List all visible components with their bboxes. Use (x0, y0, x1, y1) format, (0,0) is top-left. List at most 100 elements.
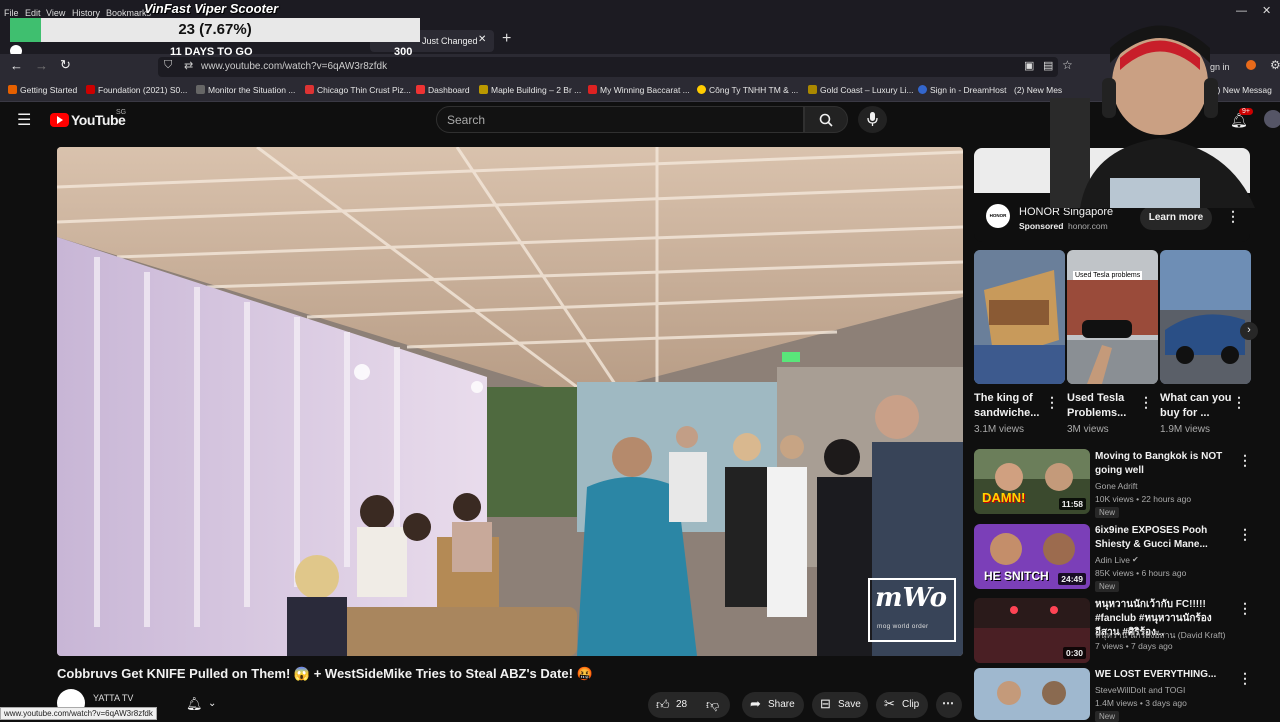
shield-icon[interactable]: ⛉ (164, 59, 172, 72)
rec-video-title[interactable]: WE LOST EVERYTHING... (1095, 668, 1235, 682)
menu-file[interactable]: File (4, 8, 19, 18)
voice-search-button[interactable] (858, 106, 887, 133)
video-frame (57, 147, 963, 656)
more-vertical-icon[interactable]: ⋮ (1238, 526, 1252, 543)
menu-view[interactable]: View (46, 8, 65, 18)
tab-close-icon[interactable]: ✕ (478, 34, 486, 45)
verified-check-icon: ✔ (1132, 555, 1139, 564)
bookmark-item[interactable]: Sign in - DreamHost (918, 85, 1007, 95)
rec-meta: 85K views • 6 hours ago (1095, 568, 1187, 578)
more-vertical-icon[interactable]: ⋮ (1238, 600, 1252, 617)
bookmark-item[interactable]: Chicago Thin Crust Piz... (305, 85, 411, 95)
share-button[interactable]: ➦ Share (742, 692, 804, 718)
short-thumbnail[interactable] (1160, 250, 1251, 384)
tab-title: Just Changed (422, 36, 478, 46)
short-title[interactable]: The king of sandwiche... (974, 391, 1052, 421)
bookmark-favicon-icon (479, 85, 488, 94)
video-duration: 11:58 (1058, 498, 1086, 510)
site-permissions-icon[interactable]: ⇄ (184, 59, 193, 72)
search-input[interactable]: Search (436, 106, 804, 133)
short-views: 3.1M views (974, 424, 1025, 435)
donation-goal-progress: 23 (7.67%) (178, 21, 252, 38)
bookmark-item[interactable]: Gold Coast – Luxury Li... (808, 85, 914, 95)
more-horizontal-icon: ⋯ (942, 696, 954, 710)
short-thumbnail[interactable] (974, 250, 1065, 384)
more-vertical-icon[interactable]: ⋮ (1238, 670, 1252, 687)
ad-sponsored-label: Sponsored (1019, 221, 1064, 231)
more-vertical-icon[interactable]: ⋮ (1139, 394, 1153, 411)
bookmark-favicon-icon (305, 85, 314, 94)
more-vertical-icon[interactable]: ⋮ (1232, 394, 1246, 411)
rec-channel[interactable]: Adin Live (1095, 555, 1130, 565)
like-icon[interactable]: 👍︎ (656, 697, 670, 713)
thumbnail-image (974, 668, 1090, 720)
save-label: Save (838, 699, 861, 710)
short-views: 3M views (1067, 424, 1109, 435)
video-thumbnail[interactable]: DAMN! 11:58 (974, 449, 1090, 514)
streamer-webcam (1040, 8, 1272, 208)
url-field[interactable]: ⛉ ⇄ www.youtube.com/watch?v=6qAW3r8zfdk (158, 57, 1058, 77)
video-thumbnail[interactable] (974, 668, 1090, 720)
channel-watermark-sub: mog world order (877, 623, 929, 630)
rec-video-title[interactable]: Moving to Bangkok is NOT going well (1095, 450, 1235, 478)
more-actions-button[interactable]: ⋯ (936, 692, 962, 718)
reload-icon[interactable]: ↻ (60, 57, 71, 73)
chevron-down-icon: ⌄ (208, 698, 217, 709)
chevron-right-icon[interactable]: › (1240, 322, 1258, 340)
subscription-bell-button[interactable]: 🔔︎ ⌄ (180, 692, 226, 718)
bookmark-favicon-icon (918, 85, 927, 94)
channel-watermark: mWo (875, 583, 947, 613)
learn-more-button[interactable]: Learn more (1140, 206, 1212, 230)
more-vertical-icon[interactable]: ⋮ (1226, 208, 1240, 225)
short-image (1160, 250, 1251, 384)
channel-name[interactable]: YATTA TV (93, 693, 133, 703)
forward-icon[interactable]: → (35, 58, 48, 73)
bookmark-item[interactable]: Monitor the Situation ... (196, 85, 295, 95)
rec-meta: 10K views • 22 hours ago (1095, 494, 1192, 504)
bookmark-item[interactable]: Công Ty TNHH TM & ... (697, 85, 798, 95)
donation-goal-title: VinFast Viper Scooter (144, 1, 279, 16)
rec-meta: 1.4M views • 3 days ago (1095, 698, 1187, 708)
like-dislike-group: 👍︎ 28 👎︎ (648, 692, 730, 718)
short-overlay-text: Used Tesla problems (1073, 271, 1143, 280)
bookmark-item[interactable]: Getting Started (8, 85, 77, 95)
back-icon[interactable]: ← (10, 58, 23, 73)
new-tab-icon[interactable]: + (502, 30, 511, 48)
video-player[interactable]: mWo mog world order (57, 147, 963, 656)
save-button[interactable]: ⊟ Save (812, 692, 868, 718)
short-title[interactable]: What can you buy for ... (1160, 391, 1238, 421)
rec-channel[interactable]: หนุหวาน นักร้องอีสาน (David Kraft) (1095, 628, 1225, 642)
search-button[interactable] (804, 106, 848, 133)
short-thumbnail[interactable]: Used Tesla problems (1067, 250, 1158, 384)
short-title[interactable]: Used Tesla Problems... (1067, 391, 1145, 421)
bookmark-item[interactable]: My Winning Baccarat ... (588, 85, 690, 95)
video-thumbnail[interactable]: 0:30 (974, 598, 1090, 663)
more-vertical-icon[interactable]: ⋮ (1045, 394, 1059, 411)
short-image (974, 250, 1065, 384)
video-thumbnail[interactable]: HE SNITCH 24:49 (974, 524, 1090, 589)
thumbnail-text: HE SNITCH (984, 569, 1049, 583)
rec-channel[interactable]: Gone Adrift (1095, 481, 1138, 491)
more-vertical-icon[interactable]: ⋮ (1238, 452, 1252, 469)
new-badge: New (1095, 507, 1120, 518)
menu-edit[interactable]: Edit (25, 8, 41, 18)
donation-goal-target: 300 (394, 46, 413, 58)
thumbnail-text: DAMN! (982, 490, 1026, 505)
clip-button[interactable]: ✂ Clip (876, 692, 928, 718)
bookmark-item[interactable]: Dashboard (416, 85, 470, 95)
bookmark-item[interactable]: Maple Building – 2 Br ... (479, 85, 581, 95)
bookmark-item[interactable]: Foundation (2021) S0... (86, 85, 187, 95)
bell-icon: 🔔︎ (186, 696, 203, 711)
new-badge: New (1095, 581, 1120, 592)
picture-in-picture-icon[interactable]: ▣ (1024, 59, 1034, 72)
bookmark-favicon-icon (588, 85, 597, 94)
microphone-icon (867, 112, 878, 126)
dislike-icon[interactable]: 👎︎ (706, 697, 719, 713)
rec-video-title[interactable]: 6ix9ine EXPOSES Pooh Shiesty & Gucci Man… (1095, 524, 1235, 552)
hamburger-menu-icon[interactable]: ☰ (17, 110, 31, 130)
video-duration: 0:30 (1062, 647, 1086, 659)
share-icon: ➦ (750, 696, 761, 711)
menu-history[interactable]: History (72, 8, 100, 18)
share-label: Share (768, 699, 795, 710)
rec-channel[interactable]: SteveWillDoIt and TOGI (1095, 685, 1185, 695)
